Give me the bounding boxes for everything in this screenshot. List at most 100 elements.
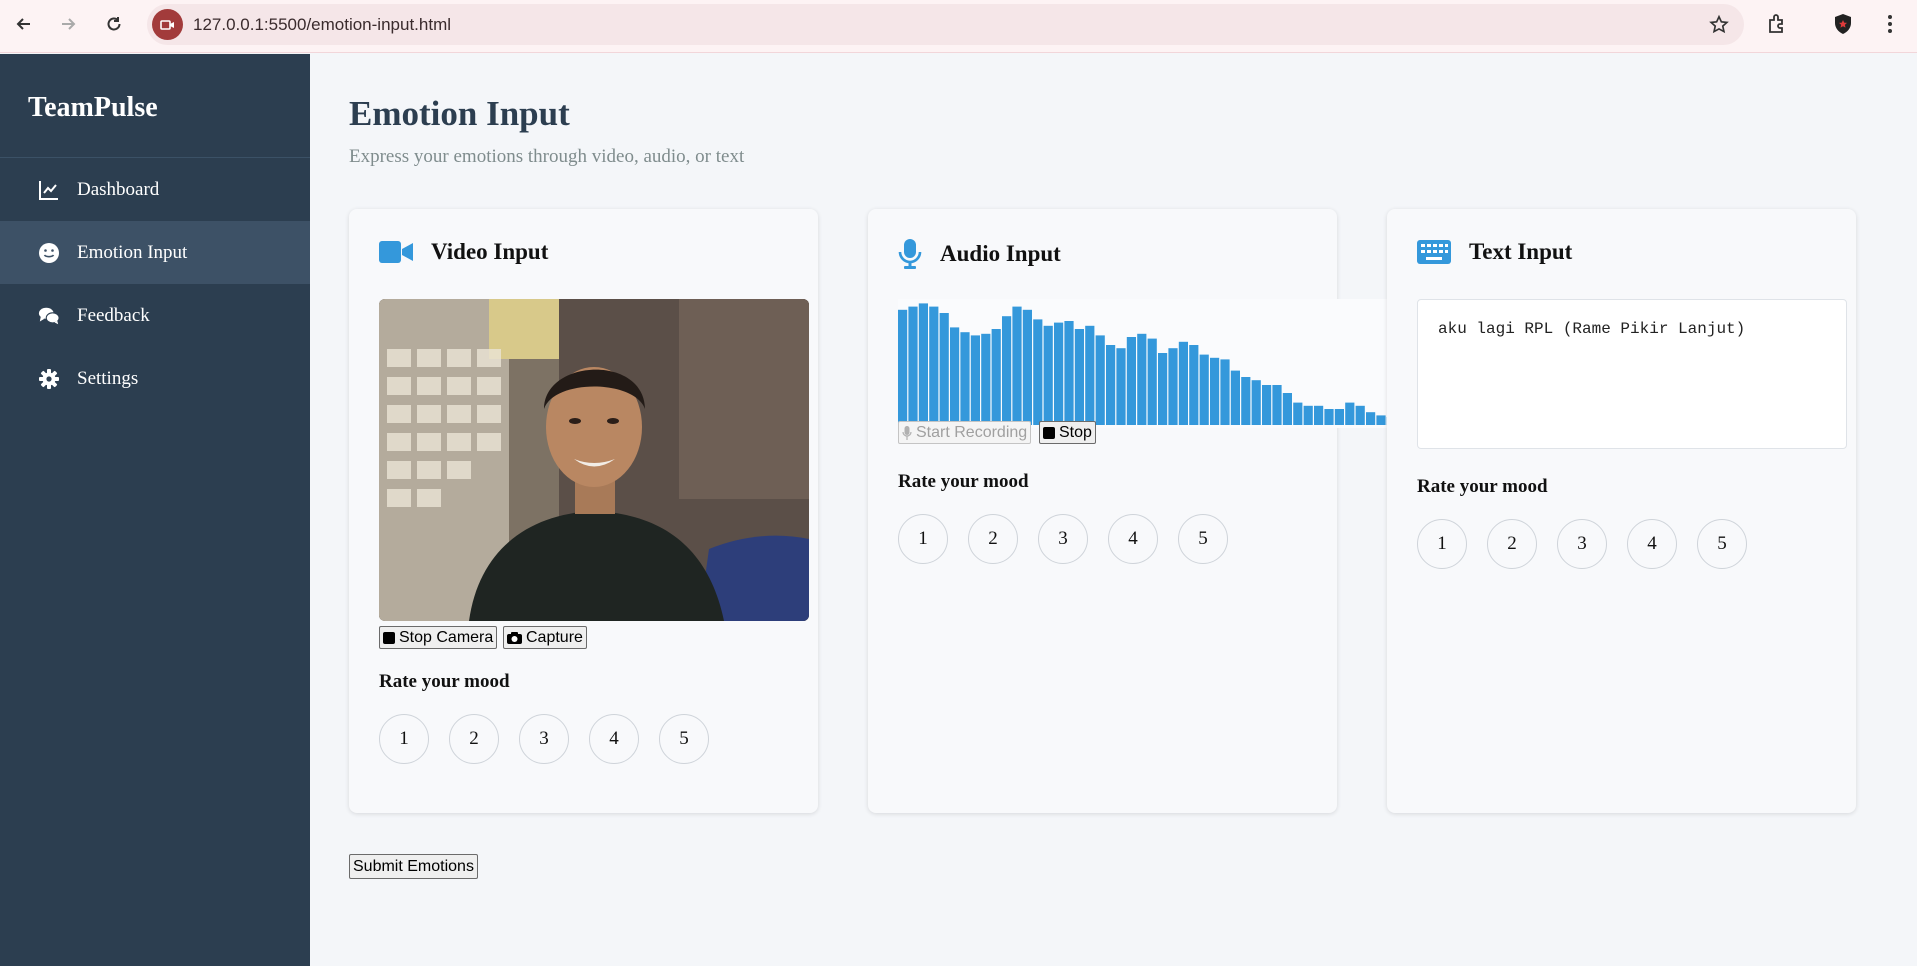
card-title: Audio Input: [940, 241, 1061, 266]
audio-level-bar: [1116, 348, 1126, 425]
camera-preview: [379, 299, 809, 621]
rating-button-3[interactable]: 3: [1557, 519, 1607, 569]
camera-in-use-icon[interactable]: [152, 9, 183, 40]
audio-level-bar: [1272, 385, 1282, 425]
video-rating-group: 1 2 3 4 5: [379, 714, 729, 764]
rate-mood-label: Rate your mood: [898, 471, 1029, 492]
audio-level-bar: [1324, 409, 1334, 425]
audio-level-bar: [1147, 338, 1157, 425]
stop-camera-label: Stop Camera: [399, 628, 494, 646]
rating-button-4[interactable]: 4: [1108, 514, 1158, 564]
audio-level-bar: [1012, 306, 1022, 425]
audio-level-bar: [1262, 385, 1272, 425]
audio-level-bar: [898, 309, 908, 425]
text-rating-group: 1 2 3 4 5: [1417, 519, 1767, 569]
keyboard-icon: [1417, 240, 1451, 264]
stop-camera-button[interactable]: Stop Camera: [379, 626, 498, 649]
audio-visualizer: [898, 299, 1469, 428]
stop-icon: [383, 631, 395, 644]
audio-level-bar: [981, 333, 991, 425]
rating-button-5[interactable]: 5: [659, 714, 709, 764]
sidebar-item-settings[interactable]: Settings: [0, 347, 310, 410]
audio-level-bar: [1168, 348, 1178, 425]
start-recording-button[interactable]: Start Recording: [898, 421, 1032, 444]
brand-logo: TeamPulse: [0, 54, 310, 158]
stop-recording-label: Stop: [1059, 423, 1092, 441]
page-title: Emotion Input: [349, 94, 570, 133]
audio-level-bar: [1241, 377, 1251, 425]
rating-button-1[interactable]: 1: [379, 714, 429, 764]
card-title: Text Input: [1469, 239, 1573, 264]
audio-level-bar: [1210, 357, 1220, 425]
rating-button-3[interactable]: 3: [519, 714, 569, 764]
page-subtitle: Express your emotions through video, aud…: [349, 146, 745, 167]
more-menu-icon[interactable]: [1878, 12, 1902, 36]
audio-level-bar: [1033, 319, 1043, 425]
rating-button-1[interactable]: 1: [898, 514, 948, 564]
audio-level-bar: [1251, 380, 1261, 425]
audio-level-bar: [1282, 393, 1292, 425]
back-button[interactable]: [8, 8, 40, 40]
audio-level-bar: [1022, 309, 1032, 425]
sidebar-item-feedback[interactable]: Feedback: [0, 284, 310, 347]
audio-input-card: Audio Input Start Recording Stop Rate yo…: [868, 209, 1469, 813]
audio-level-bar: [970, 335, 980, 425]
sidebar: TeamPulse Dashboard Emotion Input Feedba…: [0, 54, 310, 966]
forward-button[interactable]: [52, 8, 84, 40]
audio-level-bar: [1230, 370, 1240, 425]
audio-level-bar: [1178, 341, 1188, 425]
sidebar-item-label: Dashboard: [77, 178, 160, 200]
arrow-left-icon: [16, 18, 30, 30]
rate-mood-label: Rate your mood: [1417, 476, 1548, 497]
sidebar-item-label: Feedback: [77, 304, 150, 326]
gear-icon: [39, 368, 59, 389]
url-text: 127.0.0.1:5500/emotion-input.html: [193, 15, 452, 34]
audio-level-bar: [1293, 402, 1303, 425]
browser-toolbar: 127.0.0.1:5500/emotion-input.html: [0, 0, 1917, 53]
audio-level-bar: [908, 306, 918, 425]
audio-level-bar: [1002, 316, 1012, 425]
rating-button-2[interactable]: 2: [449, 714, 499, 764]
microphone-icon: [898, 239, 922, 269]
audio-level-bar: [1158, 353, 1168, 425]
card-header: Audio Input: [898, 239, 1061, 269]
audio-level-bar: [950, 327, 960, 425]
sidebar-item-emotion-input[interactable]: Emotion Input: [0, 221, 310, 284]
submit-emotions-button[interactable]: Submit Emotions: [349, 854, 478, 879]
rating-button-1[interactable]: 1: [1417, 519, 1467, 569]
stop-recording-button[interactable]: Stop: [1039, 421, 1096, 444]
camera-icon: [507, 631, 522, 644]
rating-button-5[interactable]: 5: [1178, 514, 1228, 564]
audio-level-bar: [1334, 409, 1344, 425]
emotion-text-area[interactable]: aku lagi RPL (Rame Pikir Lanjut): [1417, 299, 1847, 449]
reload-button[interactable]: [98, 8, 130, 40]
sidebar-item-label: Settings: [77, 367, 139, 389]
video-input-card: Video Input Stop Camera Capture Rate you…: [349, 209, 818, 813]
rating-button-3[interactable]: 3: [1038, 514, 1088, 564]
audio-level-bar: [939, 313, 949, 425]
card-title: Video Input: [431, 239, 549, 264]
sidebar-item-dashboard[interactable]: Dashboard: [0, 158, 310, 221]
audio-level-bar: [1355, 405, 1365, 425]
sidebar-item-label: Emotion Input: [77, 241, 188, 263]
comments-icon: [38, 307, 60, 324]
shield-extension-icon[interactable]: [1831, 12, 1855, 36]
address-bar[interactable]: 127.0.0.1:5500/emotion-input.html: [147, 4, 1744, 45]
audio-level-bar: [1054, 322, 1064, 425]
arrow-right-icon: [62, 18, 76, 30]
rating-button-2[interactable]: 2: [968, 514, 1018, 564]
audio-level-bars: [898, 303, 1469, 425]
card-header: Video Input: [379, 239, 548, 265]
audio-level-bar: [1137, 333, 1147, 425]
rating-button-5[interactable]: 5: [1697, 519, 1747, 569]
extensions-icon[interactable]: [1765, 12, 1789, 36]
capture-button[interactable]: Capture: [503, 626, 587, 649]
bookmark-star-icon[interactable]: [1708, 14, 1730, 36]
audio-level-bar: [960, 332, 970, 425]
audio-level-bar: [991, 329, 1001, 425]
rating-button-4[interactable]: 4: [1627, 519, 1677, 569]
rating-button-4[interactable]: 4: [589, 714, 639, 764]
audio-level-bar: [1074, 329, 1084, 425]
rating-button-2[interactable]: 2: [1487, 519, 1537, 569]
audio-level-bar: [1366, 412, 1376, 425]
